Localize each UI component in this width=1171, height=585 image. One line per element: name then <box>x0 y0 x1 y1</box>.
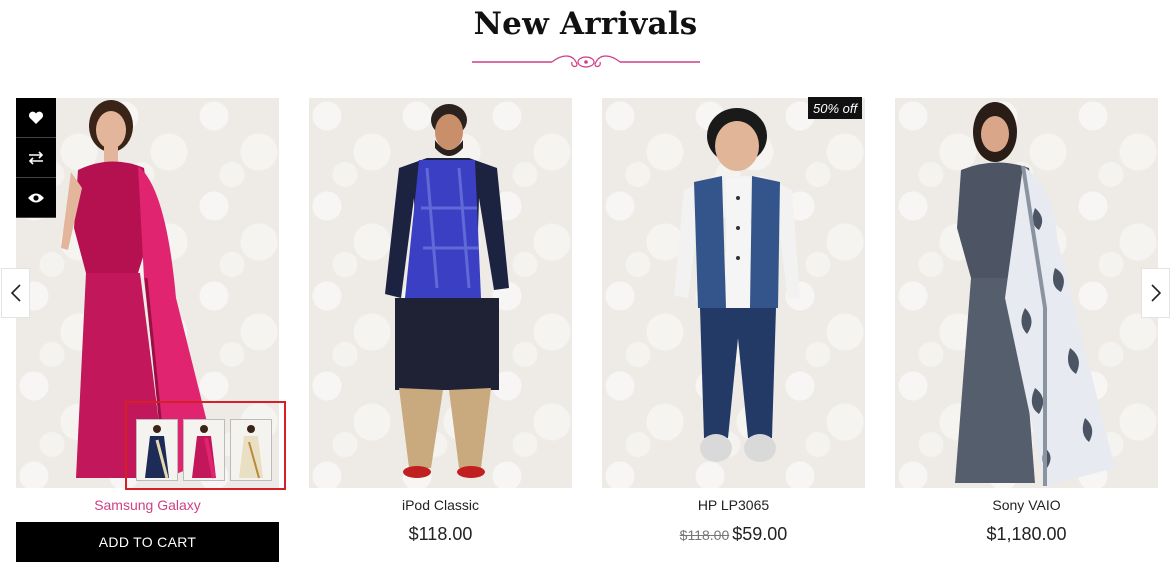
product-image[interactable] <box>309 98 572 488</box>
chevron-right-icon <box>1150 284 1161 302</box>
section-title: New Arrivals <box>473 6 698 42</box>
sale-price: $59.00 <box>732 524 788 544</box>
product-price: $118.00 <box>408 524 473 544</box>
quickview-button[interactable] <box>16 178 56 218</box>
thumbnail-1[interactable] <box>136 419 178 481</box>
carousel-prev-button[interactable] <box>1 268 30 318</box>
thumbnail-3[interactable] <box>230 419 272 481</box>
heart-icon <box>28 111 44 124</box>
product-name[interactable]: Sony VAIO <box>895 497 1158 513</box>
product-card: iPod Classic $118.00 <box>309 98 572 545</box>
old-price: $118.00 <box>679 527 730 543</box>
discount-badge: 50% off <box>808 97 863 119</box>
carousel-next-button[interactable] <box>1141 268 1170 318</box>
add-to-cart-button[interactable]: ADD TO CART <box>16 522 279 562</box>
product-name[interactable]: iPod Classic <box>309 497 572 513</box>
product-name[interactable]: HP LP3065 <box>602 497 865 513</box>
image-thumbnails <box>125 401 286 490</box>
product-price: $118.00 $59.00 <box>602 524 865 545</box>
compare-button[interactable] <box>16 138 56 178</box>
product-image[interactable] <box>895 98 1158 488</box>
product-card: Sony VAIO $1,180.00 <box>895 98 1158 545</box>
title-divider <box>472 55 700 68</box>
product-image[interactable] <box>602 98 865 488</box>
compare-arrows-icon <box>28 150 44 165</box>
card-actions <box>16 98 56 218</box>
eye-icon <box>28 193 44 202</box>
thumbnail-2[interactable] <box>183 419 225 481</box>
wishlist-button[interactable] <box>16 98 56 138</box>
product-card: HP LP3065 $118.00 $59.00 <box>602 98 865 545</box>
product-price: $1,180.00 <box>986 524 1067 544</box>
chevron-left-icon <box>10 284 21 302</box>
product-name[interactable]: Samsung Galaxy <box>16 497 279 513</box>
